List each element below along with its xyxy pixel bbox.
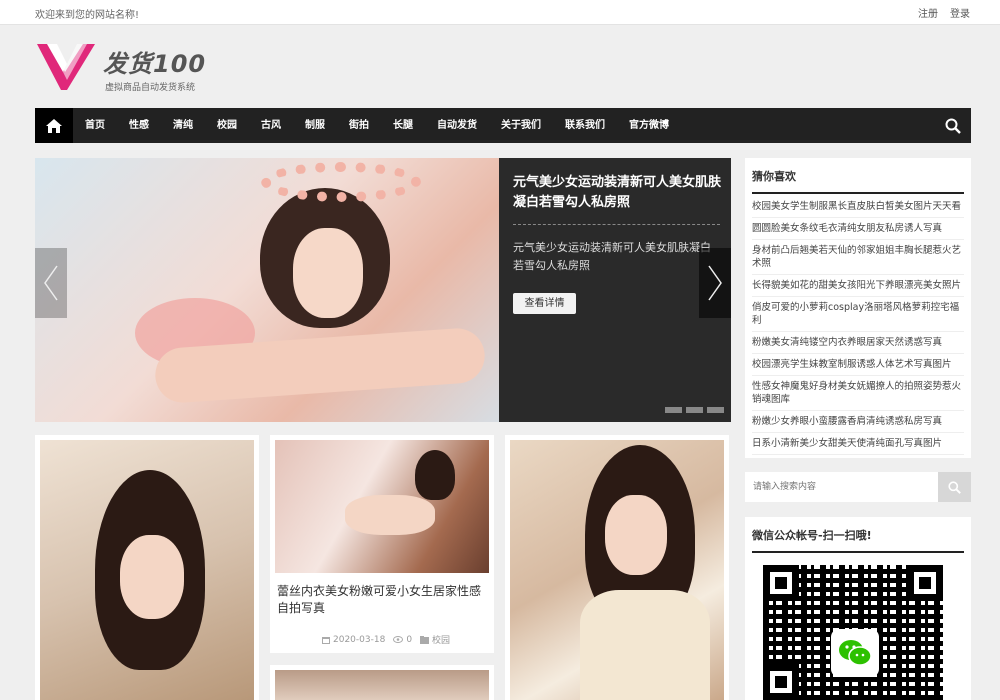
list-item[interactable]: 校园美女学生制服黑长直皮肤白皙美女图片天天看: [752, 196, 964, 218]
list-item[interactable]: 圆圆脸美女条纹毛衣清纯女朋友私房诱人写真: [752, 218, 964, 240]
post-card[interactable]: [35, 435, 259, 700]
wechat-logo-icon: [831, 629, 879, 677]
nav-item-legs[interactable]: 长腿: [381, 108, 425, 143]
post-category-text: 校园: [432, 636, 451, 646]
search-input[interactable]: [745, 472, 938, 502]
chevron-left-icon: [44, 265, 58, 301]
post-thumbnail[interactable]: [40, 440, 254, 700]
logo-mark-icon: [37, 44, 95, 90]
post-thumbnail[interactable]: [510, 440, 724, 700]
guess-you-like-widget: 猜你喜欢 校园美女学生制服黑长直皮肤白皙美女图片天天看 圆圆脸美女条纹毛衣清纯女…: [745, 158, 971, 458]
view-details-button[interactable]: 查看详情: [513, 293, 576, 314]
photo-shape: [605, 495, 667, 575]
post-card[interactable]: 蕾丝内衣美女粉嫩可爱小女生居家性感自拍写真 2020-03-18 0 校园: [270, 435, 494, 653]
post-card[interactable]: [270, 665, 494, 700]
slider-photo[interactable]: [35, 158, 499, 422]
nav-item-about[interactable]: 关于我们: [489, 108, 553, 143]
nav-home-button[interactable]: [35, 108, 73, 143]
nav-item-auto-ship[interactable]: 自动发货: [425, 108, 489, 143]
search-icon[interactable]: [945, 118, 961, 134]
main-nav: 首页 性感 清纯 校园 古风 制服 街拍 长腿 自动发货 关于我们 联系我们 官…: [35, 108, 971, 143]
calendar-icon: [322, 636, 330, 644]
nav-item-campus[interactable]: 校园: [205, 108, 249, 143]
nav-item-pure[interactable]: 清纯: [161, 108, 205, 143]
list-item[interactable]: 俏皮可爱的小萝莉cosplay洛丽塔风格萝莉控宅福利: [752, 297, 964, 332]
register-link[interactable]: 注册: [918, 5, 938, 20]
slider-title[interactable]: 元气美少女运动装清新可人美女肌肤凝白若雪勾人私房照: [513, 173, 723, 213]
list-item[interactable]: 日系小清新美少女甜美天使清纯面孔写真图片: [752, 433, 964, 455]
post-views-text: 0: [406, 634, 413, 645]
login-link[interactable]: 登录: [950, 5, 970, 20]
wechat-widget: 微信公众帐号-扫一扫哦!: [745, 517, 971, 700]
list-item[interactable]: 校园漂亮学生妹教室制服诱惑人体艺术写真图片: [752, 354, 964, 376]
post-meta: 2020-03-18 0 校园: [322, 633, 450, 646]
nav-item-ancient[interactable]: 古风: [249, 108, 293, 143]
photo-shape: [261, 162, 421, 202]
post-category[interactable]: 校园: [420, 633, 450, 646]
folder-icon: [420, 635, 430, 644]
list-item[interactable]: 粉嫩美女清纯镂空内衣养眼居家天然诱惑写真: [752, 332, 964, 354]
widget-title: 微信公众帐号-扫一扫哦!: [752, 527, 964, 553]
post-thumbnail[interactable]: [275, 670, 489, 700]
post-date-text: 2020-03-18: [333, 634, 386, 645]
photo-shape: [580, 590, 710, 700]
list-item[interactable]: 长得貌美如花的甜美女孩阳光下养眼漂亮美女照片: [752, 275, 964, 297]
site-name: 发货100: [103, 50, 207, 78]
slider-info-panel: 元气美少女运动装清新可人美女肌肤凝白若雪勾人私房照 元气美少女运动装清新可人美女…: [499, 158, 731, 422]
photo-shape: [345, 495, 435, 535]
post-title[interactable]: 蕾丝内衣美女粉嫩可爱小女生居家性感自拍写真: [277, 583, 487, 617]
post-views: 0: [393, 635, 412, 645]
slider-pagination: [665, 407, 724, 413]
eye-icon: [393, 636, 404, 643]
photo-shape: [293, 228, 363, 318]
chevron-right-icon: [708, 265, 722, 301]
list-item[interactable]: 身材前凸后翘美若天仙的邻家姐姐丰胸长腿惹火艺术照: [752, 240, 964, 275]
site-logo[interactable]: 发货100 虚拟商品自动发货系统: [37, 42, 237, 94]
slider-description: 元气美少女运动装清新可人美女肌肤凝白若雪勾人私房照: [513, 241, 711, 272]
wechat-qr-code: [763, 565, 943, 700]
slider-next-button[interactable]: [699, 248, 731, 318]
qr-finder: [763, 565, 799, 601]
list-item[interactable]: 性感女神魔鬼好身材美女妩媚撩人的拍照姿势惹火销魂图库: [752, 376, 964, 411]
nav-list: 首页 性感 清纯 校园 古风 制服 街拍 长腿 自动发货 关于我们 联系我们 官…: [73, 108, 681, 143]
nav-item-contact[interactable]: 联系我们: [553, 108, 617, 143]
post-date: 2020-03-18: [322, 635, 385, 645]
featured-slider: 元气美少女运动装清新可人美女肌肤凝白若雪勾人私房照 元气美少女运动装清新可人美女…: [35, 158, 731, 422]
post-thumbnail[interactable]: [275, 440, 489, 573]
qr-finder: [907, 565, 943, 601]
list-item[interactable]: 粉嫩少女养眼小蛮腰露香肩清纯诱惑私房写真: [752, 411, 964, 433]
search-icon: [948, 480, 961, 494]
post-card[interactable]: [505, 435, 729, 700]
qr-finder: [763, 664, 799, 700]
guess-list: 校园美女学生制服黑长直皮肤白皙美女图片天天看 圆圆脸美女条纹毛衣清纯女朋友私房诱…: [752, 196, 964, 455]
welcome-text: 欢迎来到您的网站名称!: [35, 10, 140, 21]
slider-dot[interactable]: [665, 407, 682, 413]
site-slogan: 虚拟商品自动发货系统: [105, 83, 196, 93]
nav-item-weibo[interactable]: 官方微博: [617, 108, 681, 143]
photo-shape: [120, 535, 184, 619]
nav-item-uniform[interactable]: 制服: [293, 108, 337, 143]
home-icon: [46, 118, 62, 133]
slider-prev-button[interactable]: [35, 248, 67, 318]
sidebar-search: [745, 472, 971, 502]
search-button[interactable]: [938, 472, 971, 502]
nav-item-home[interactable]: 首页: [73, 108, 117, 143]
nav-item-sexy[interactable]: 性感: [117, 108, 161, 143]
account-links: 注册 登录: [918, 5, 970, 20]
slider-dot[interactable]: [686, 407, 703, 413]
photo-shape: [415, 450, 455, 500]
widget-title: 猜你喜欢: [752, 168, 964, 194]
nav-item-street[interactable]: 街拍: [337, 108, 381, 143]
slider-divider: [513, 224, 720, 225]
top-bar: 欢迎来到您的网站名称! 注册 登录: [0, 0, 1000, 25]
slider-dot[interactable]: [707, 407, 724, 413]
